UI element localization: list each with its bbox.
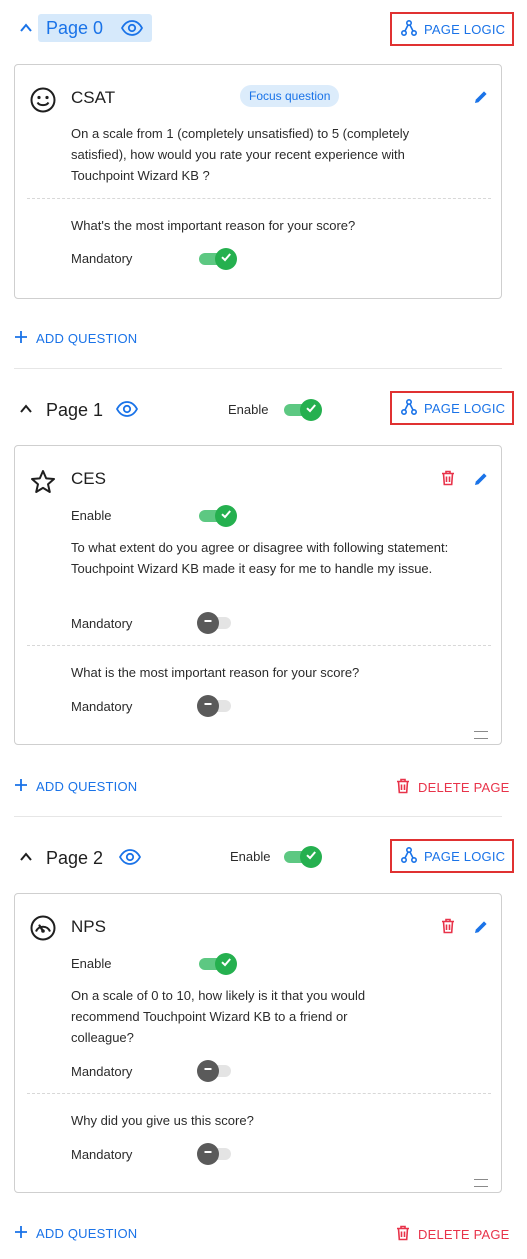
- divider: [27, 198, 491, 199]
- page-enable-toggle[interactable]: [284, 399, 322, 421]
- drag-handle-icon[interactable]: [474, 731, 488, 739]
- follow-up-mandatory-toggle[interactable]: [197, 1143, 235, 1165]
- check-icon: [220, 955, 232, 973]
- minus-icon: [202, 1062, 214, 1080]
- question-enable-toggle[interactable]: [199, 505, 237, 527]
- plus-icon: [14, 778, 28, 795]
- edit-icon[interactable]: [471, 469, 491, 489]
- edit-icon[interactable]: [471, 87, 491, 107]
- question-enable-label: Enable: [71, 508, 112, 523]
- page-title: Page 0: [46, 18, 104, 38]
- check-icon: [220, 250, 232, 268]
- add-question-button[interactable]: ADD QUESTION: [14, 1225, 137, 1242]
- mandatory-label: Mandatory: [71, 251, 133, 266]
- mandatory-label: Mandatory: [71, 1147, 133, 1162]
- page-separator: [14, 816, 502, 817]
- question-text: To what extent do you agree or disagree …: [71, 540, 449, 576]
- question-enable-toggle[interactable]: [199, 953, 237, 975]
- check-icon: [305, 848, 317, 866]
- eye-icon[interactable]: [118, 848, 142, 866]
- page-enable-label: Enable: [228, 402, 269, 417]
- add-question-label: ADD QUESTION: [36, 331, 138, 346]
- question-enable-label: Enable: [71, 956, 112, 971]
- page-logic-button[interactable]: PAGE LOGIC: [390, 12, 514, 46]
- delete-page-button[interactable]: DELETE PAGE: [396, 1225, 510, 1244]
- logic-tree-icon: [400, 19, 418, 40]
- check-icon: [220, 507, 232, 525]
- plus-icon: [14, 330, 28, 347]
- delete-page-label: DELETE PAGE: [418, 1227, 510, 1242]
- follow-up-question: What's the most important reason for you…: [71, 218, 356, 233]
- minus-icon: [202, 697, 214, 715]
- question-title: CSAT: [71, 88, 116, 107]
- trash-icon: [396, 1225, 410, 1244]
- follow-up-question: What is the most important reason for yo…: [71, 665, 360, 680]
- page-logic-label: PAGE LOGIC: [424, 21, 506, 37]
- trash-icon[interactable]: [439, 917, 457, 935]
- plus-icon: [14, 1225, 28, 1242]
- gauge-icon: [29, 914, 57, 942]
- mandatory-toggle[interactable]: [199, 248, 237, 270]
- page-logic-button[interactable]: PAGE LOGIC: [390, 839, 514, 873]
- follow-up-mandatory-toggle[interactable]: [197, 695, 235, 717]
- question-title: CES: [71, 469, 106, 488]
- minus-icon: [202, 1145, 214, 1163]
- add-question-label: ADD QUESTION: [36, 779, 138, 794]
- mandatory-label: Mandatory: [71, 1064, 133, 1079]
- delete-page-button[interactable]: DELETE PAGE: [396, 778, 510, 797]
- chevron-up-icon[interactable]: [18, 401, 34, 417]
- page-enable-toggle[interactable]: [284, 846, 322, 868]
- divider: [27, 1093, 491, 1094]
- page-enable-label: Enable: [230, 849, 271, 864]
- mandatory-toggle[interactable]: [197, 612, 235, 634]
- focus-question-badge: Focus question: [240, 85, 340, 107]
- star-icon: [29, 468, 57, 496]
- question-title: NPS: [71, 917, 106, 936]
- mandatory-label: Mandatory: [71, 616, 133, 631]
- logic-tree-icon: [400, 846, 418, 867]
- trash-icon: [396, 778, 410, 797]
- question-text: On a scale of 0 to 10, how likely is it …: [71, 988, 366, 1045]
- divider: [27, 645, 491, 646]
- delete-page-label: DELETE PAGE: [418, 780, 510, 795]
- edit-icon[interactable]: [471, 917, 491, 937]
- smiley-icon: [29, 86, 57, 114]
- check-icon: [305, 401, 317, 419]
- page-logic-label: PAGE LOGIC: [424, 848, 506, 864]
- drag-handle-icon[interactable]: [474, 1179, 488, 1187]
- chevron-up-icon[interactable]: [18, 20, 34, 36]
- add-question-button[interactable]: ADD QUESTION: [14, 330, 137, 347]
- trash-icon[interactable]: [439, 469, 457, 487]
- follow-up-question: Why did you give us this score?: [71, 1113, 254, 1128]
- page-title: Page 2: [46, 848, 104, 868]
- question-card: CSAT Focus question On a scale from 1 (c…: [14, 64, 502, 299]
- question-card: CES Enable To what extent do you agree o…: [14, 445, 502, 745]
- add-question-label: ADD QUESTION: [36, 1226, 138, 1241]
- chevron-up-icon[interactable]: [18, 849, 34, 865]
- question-text: On a scale from 1 (completely unsatisfie…: [71, 126, 410, 183]
- page-logic-button[interactable]: PAGE LOGIC: [390, 391, 514, 425]
- eye-icon[interactable]: [120, 19, 144, 37]
- page-logic-label: PAGE LOGIC: [424, 400, 506, 416]
- question-card: NPS Enable On a scale of 0 to 10, how li…: [14, 893, 502, 1193]
- mandatory-label: Mandatory: [71, 699, 133, 714]
- page-title: Page 1: [46, 400, 104, 420]
- page-separator: [14, 368, 502, 369]
- minus-icon: [202, 614, 214, 632]
- mandatory-toggle[interactable]: [197, 1060, 235, 1082]
- logic-tree-icon: [400, 398, 418, 419]
- eye-icon[interactable]: [115, 400, 139, 418]
- add-question-button[interactable]: ADD QUESTION: [14, 778, 137, 795]
